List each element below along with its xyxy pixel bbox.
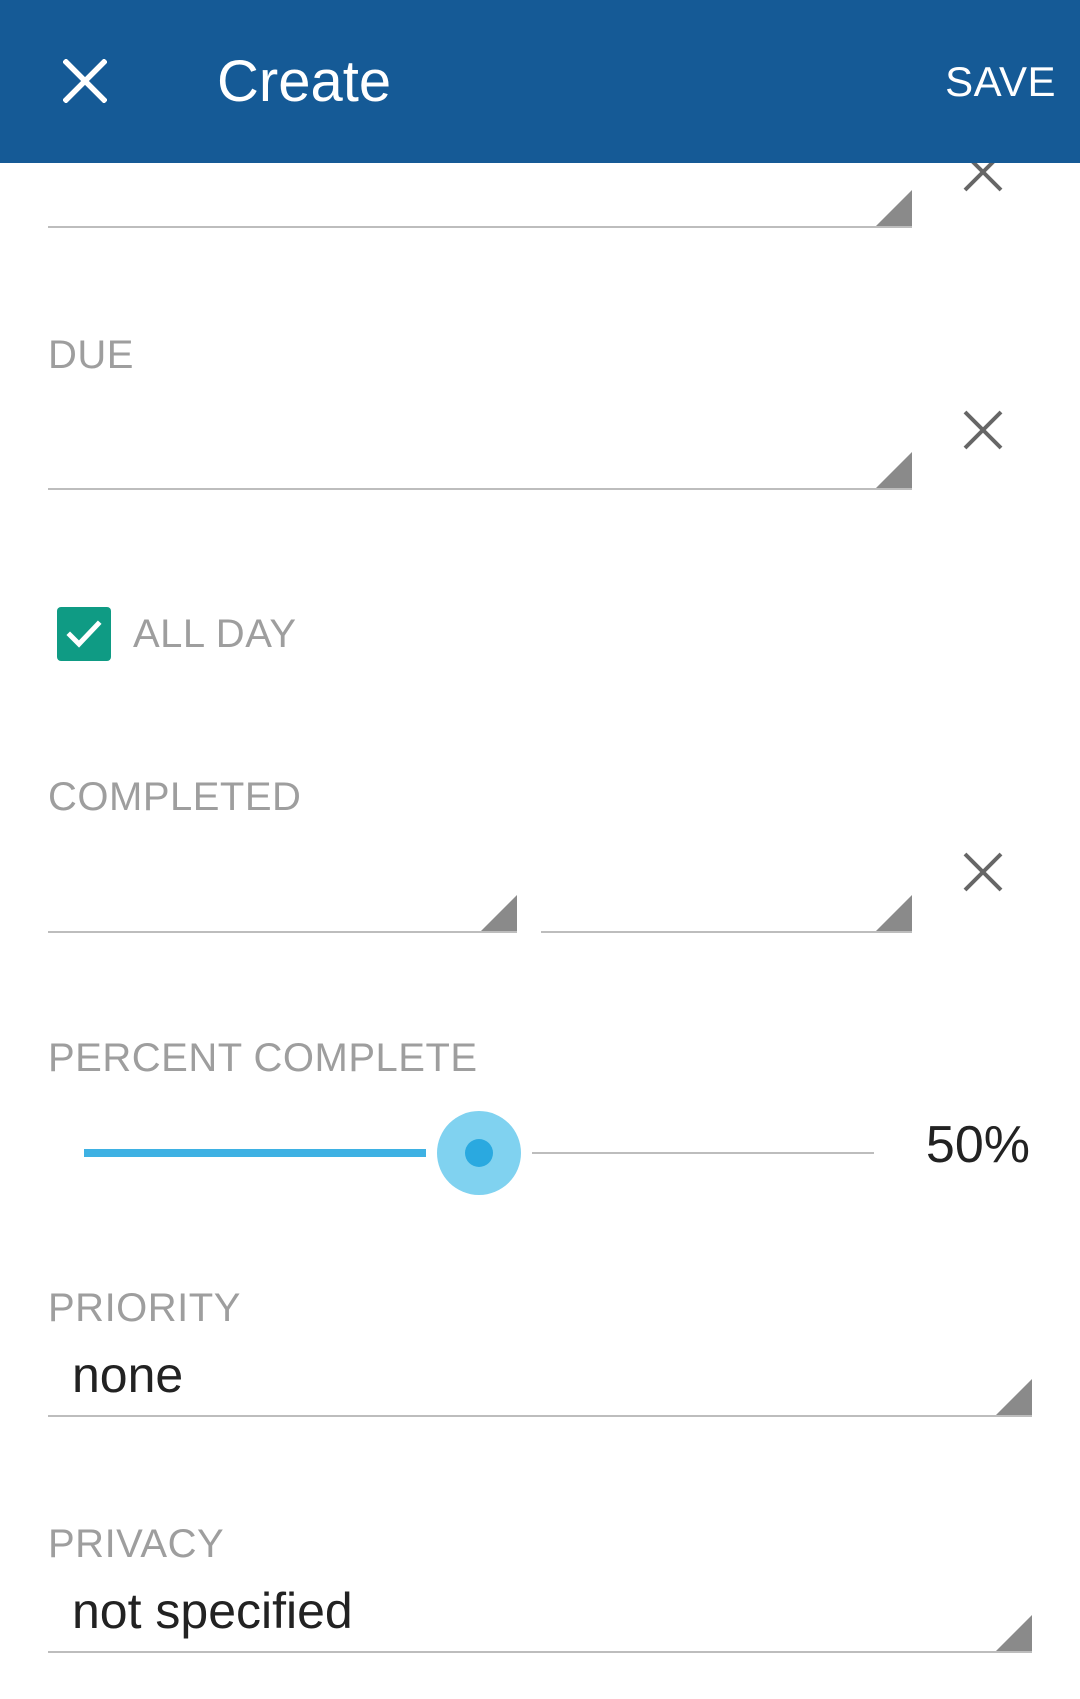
percent-complete-slider[interactable] bbox=[84, 1105, 874, 1201]
clear-completed-button[interactable] bbox=[951, 840, 1015, 904]
all-day-label: ALL DAY bbox=[133, 612, 297, 656]
spinner-corner-icon bbox=[996, 1615, 1032, 1651]
task-edit-screen: Create SAVE DUE ALL DAY COMPLETED PERCEN… bbox=[0, 0, 1080, 1699]
completed-date-spinner[interactable] bbox=[48, 871, 517, 933]
close-button[interactable] bbox=[50, 46, 120, 116]
app-bar: Create SAVE bbox=[0, 0, 1080, 163]
privacy-label: PRIVACY bbox=[48, 1522, 225, 1566]
slider-track-fill bbox=[84, 1149, 431, 1157]
percent-value: 50% bbox=[925, 1116, 1030, 1174]
all-day-checkbox[interactable] bbox=[57, 607, 111, 661]
clear-due-button[interactable] bbox=[951, 398, 1015, 462]
close-icon bbox=[63, 59, 107, 103]
priority-value: none bbox=[72, 1347, 184, 1403]
percent-complete-label: PERCENT COMPLETE bbox=[48, 1036, 478, 1080]
privacy-value: not specified bbox=[72, 1583, 353, 1639]
spinner-corner-icon bbox=[876, 452, 912, 488]
clear-icon bbox=[963, 852, 1003, 892]
clear-icon bbox=[963, 410, 1003, 450]
checkmark-icon bbox=[66, 620, 102, 648]
due-date-spinner[interactable] bbox=[48, 428, 912, 490]
spinner-corner-icon bbox=[876, 190, 912, 226]
completed-label: COMPLETED bbox=[48, 775, 302, 819]
priority-spinner[interactable]: none bbox=[48, 1347, 1032, 1417]
page-title: Create bbox=[217, 49, 392, 114]
start-date-spinner[interactable] bbox=[48, 166, 912, 228]
spinner-corner-icon bbox=[876, 895, 912, 931]
save-button[interactable]: SAVE bbox=[945, 52, 1056, 112]
due-label: DUE bbox=[48, 333, 134, 377]
spinner-corner-icon bbox=[481, 895, 517, 931]
completed-time-spinner[interactable] bbox=[541, 871, 912, 933]
priority-label: PRIORITY bbox=[48, 1286, 241, 1330]
privacy-spinner[interactable]: not specified bbox=[48, 1583, 1032, 1653]
slider-thumb-dot bbox=[465, 1139, 493, 1167]
spinner-corner-icon bbox=[996, 1379, 1032, 1415]
